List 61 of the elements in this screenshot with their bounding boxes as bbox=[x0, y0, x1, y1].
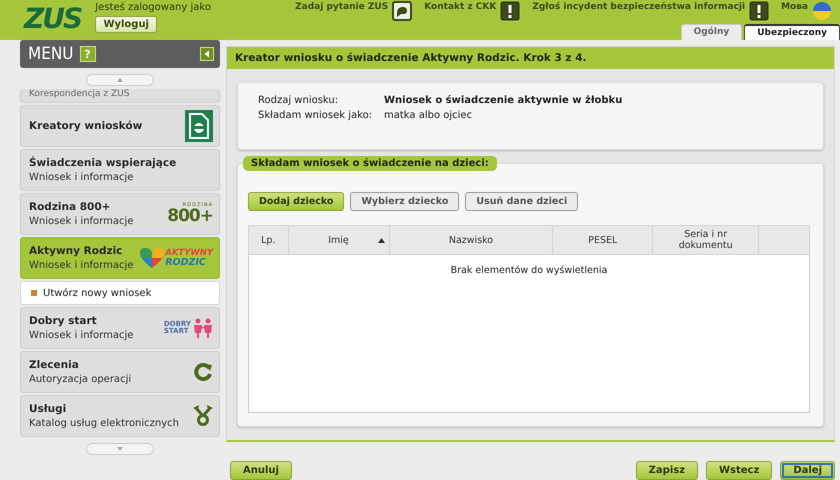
column-header[interactable]: Seria i nr dokumentu bbox=[652, 226, 759, 254]
menu-item-title: Świadczenia wspierające bbox=[29, 157, 178, 169]
exclamation-icon[interactable] bbox=[749, 1, 770, 21]
services-icon bbox=[193, 405, 213, 427]
menu-item-subtitle: Katalog usług elektronicznych bbox=[29, 418, 180, 429]
field-value: Wniosek o świadczenie aktywnie w żłobku bbox=[384, 95, 624, 106]
action-button[interactable]: Dodaj dziecko bbox=[248, 192, 344, 211]
menu-item-subtitle: Wniosek i informacje bbox=[29, 216, 134, 227]
menu-item-subtitle: Autoryzacja operacji bbox=[29, 374, 132, 385]
menu-item[interactable]: Korespondencja z ZUS bbox=[20, 89, 220, 103]
menu-item-title: Aktywny Rodzic bbox=[29, 245, 124, 257]
header-link[interactable]: Kontakt z CKK bbox=[424, 1, 496, 12]
chat-icon[interactable] bbox=[392, 1, 412, 21]
menu-item-subtitle: Wniosek i informacje bbox=[29, 330, 134, 341]
field-label: Rodzaj wniosku: bbox=[258, 95, 340, 106]
footer-button[interactable]: Anuluj bbox=[230, 461, 292, 480]
tab[interactable]: Ubezpieczony bbox=[744, 24, 840, 40]
submenu-item[interactable]: Utwórz nowy wniosek bbox=[20, 281, 220, 305]
aktywny-rodzic-logo: AKTYWNY RODZIC bbox=[165, 249, 213, 267]
wizard-title: Kreator wniosku o świadczenie Aktywny Rodzic. Krok 3 z 4. bbox=[227, 47, 834, 69]
column-header[interactable]: PESEL bbox=[552, 226, 653, 254]
menu-item-title: Rodzina 800+ bbox=[29, 201, 112, 213]
column-header[interactable]: Lp. bbox=[248, 226, 288, 254]
menu-item[interactable]: Aktywny Rodzic Wniosek i informacje AKTYWNY RODZIC bbox=[20, 237, 220, 279]
field-value: matka albo ojciec bbox=[384, 110, 474, 121]
field-label: Składam wniosek jako: bbox=[258, 110, 374, 121]
footer-button[interactable]: Zapisz bbox=[636, 461, 698, 480]
menu-item-title: Dobry start bbox=[29, 315, 98, 327]
menu-item-title: Usługi bbox=[29, 403, 68, 415]
menu-item[interactable]: Zlecenia Autoryzacja operacji bbox=[20, 351, 220, 393]
empty-table-message: Brak elementów do wyświetlenia bbox=[450, 265, 608, 276]
header-link[interactable]: Zadaj pytanie ZUS bbox=[295, 1, 388, 12]
down-arrow-icon[interactable] bbox=[117, 447, 123, 451]
up-arrow-icon[interactable] bbox=[117, 78, 123, 82]
document-icon bbox=[185, 110, 213, 142]
column-header[interactable]: Imię bbox=[288, 226, 390, 254]
menu-item[interactable]: Świadczenia wspierające Wniosek i informacje bbox=[20, 149, 220, 191]
children-icon bbox=[193, 318, 213, 338]
column-header[interactable]: Nazwisko bbox=[389, 226, 553, 254]
menu-item[interactable]: Kreatory wniosków bbox=[20, 105, 220, 147]
header-link[interactable]: Zgłoś incydent bezpieczeństwa informacji bbox=[532, 1, 746, 12]
header-link[interactable]: Мова bbox=[781, 1, 808, 12]
section-title: Składam wniosek o świadczenie na dzieci: bbox=[243, 156, 497, 171]
footer-button[interactable]: Wstecz bbox=[706, 461, 772, 480]
logout-button[interactable]: Wyloguj bbox=[95, 16, 158, 33]
login-label: Jesteś zalogowany jako bbox=[95, 2, 211, 13]
menu-item-title: Kreatory wniosków bbox=[29, 120, 144, 132]
zus-logo: ZUS bbox=[24, 2, 82, 36]
tab[interactable]: Ogólny bbox=[680, 24, 742, 40]
exclamation-icon[interactable] bbox=[500, 1, 520, 21]
sort-ascending-icon[interactable] bbox=[378, 238, 385, 242]
menu-item[interactable]: Usługi Katalog usług elektronicznych bbox=[20, 395, 220, 437]
collapse-icon[interactable] bbox=[200, 47, 214, 61]
flag-icon[interactable] bbox=[812, 1, 832, 21]
menu-item-subtitle: Wniosek i informacje bbox=[29, 172, 134, 183]
menu-item-subtitle: Wniosek i informacje bbox=[29, 260, 134, 271]
refresh-icon bbox=[193, 362, 213, 382]
footer-button[interactable]: Dalej bbox=[780, 461, 835, 480]
menu-item-title: Zlecenia bbox=[29, 359, 80, 371]
heart-puzzle-icon bbox=[139, 246, 166, 270]
menu-title: MENU bbox=[28, 44, 74, 64]
